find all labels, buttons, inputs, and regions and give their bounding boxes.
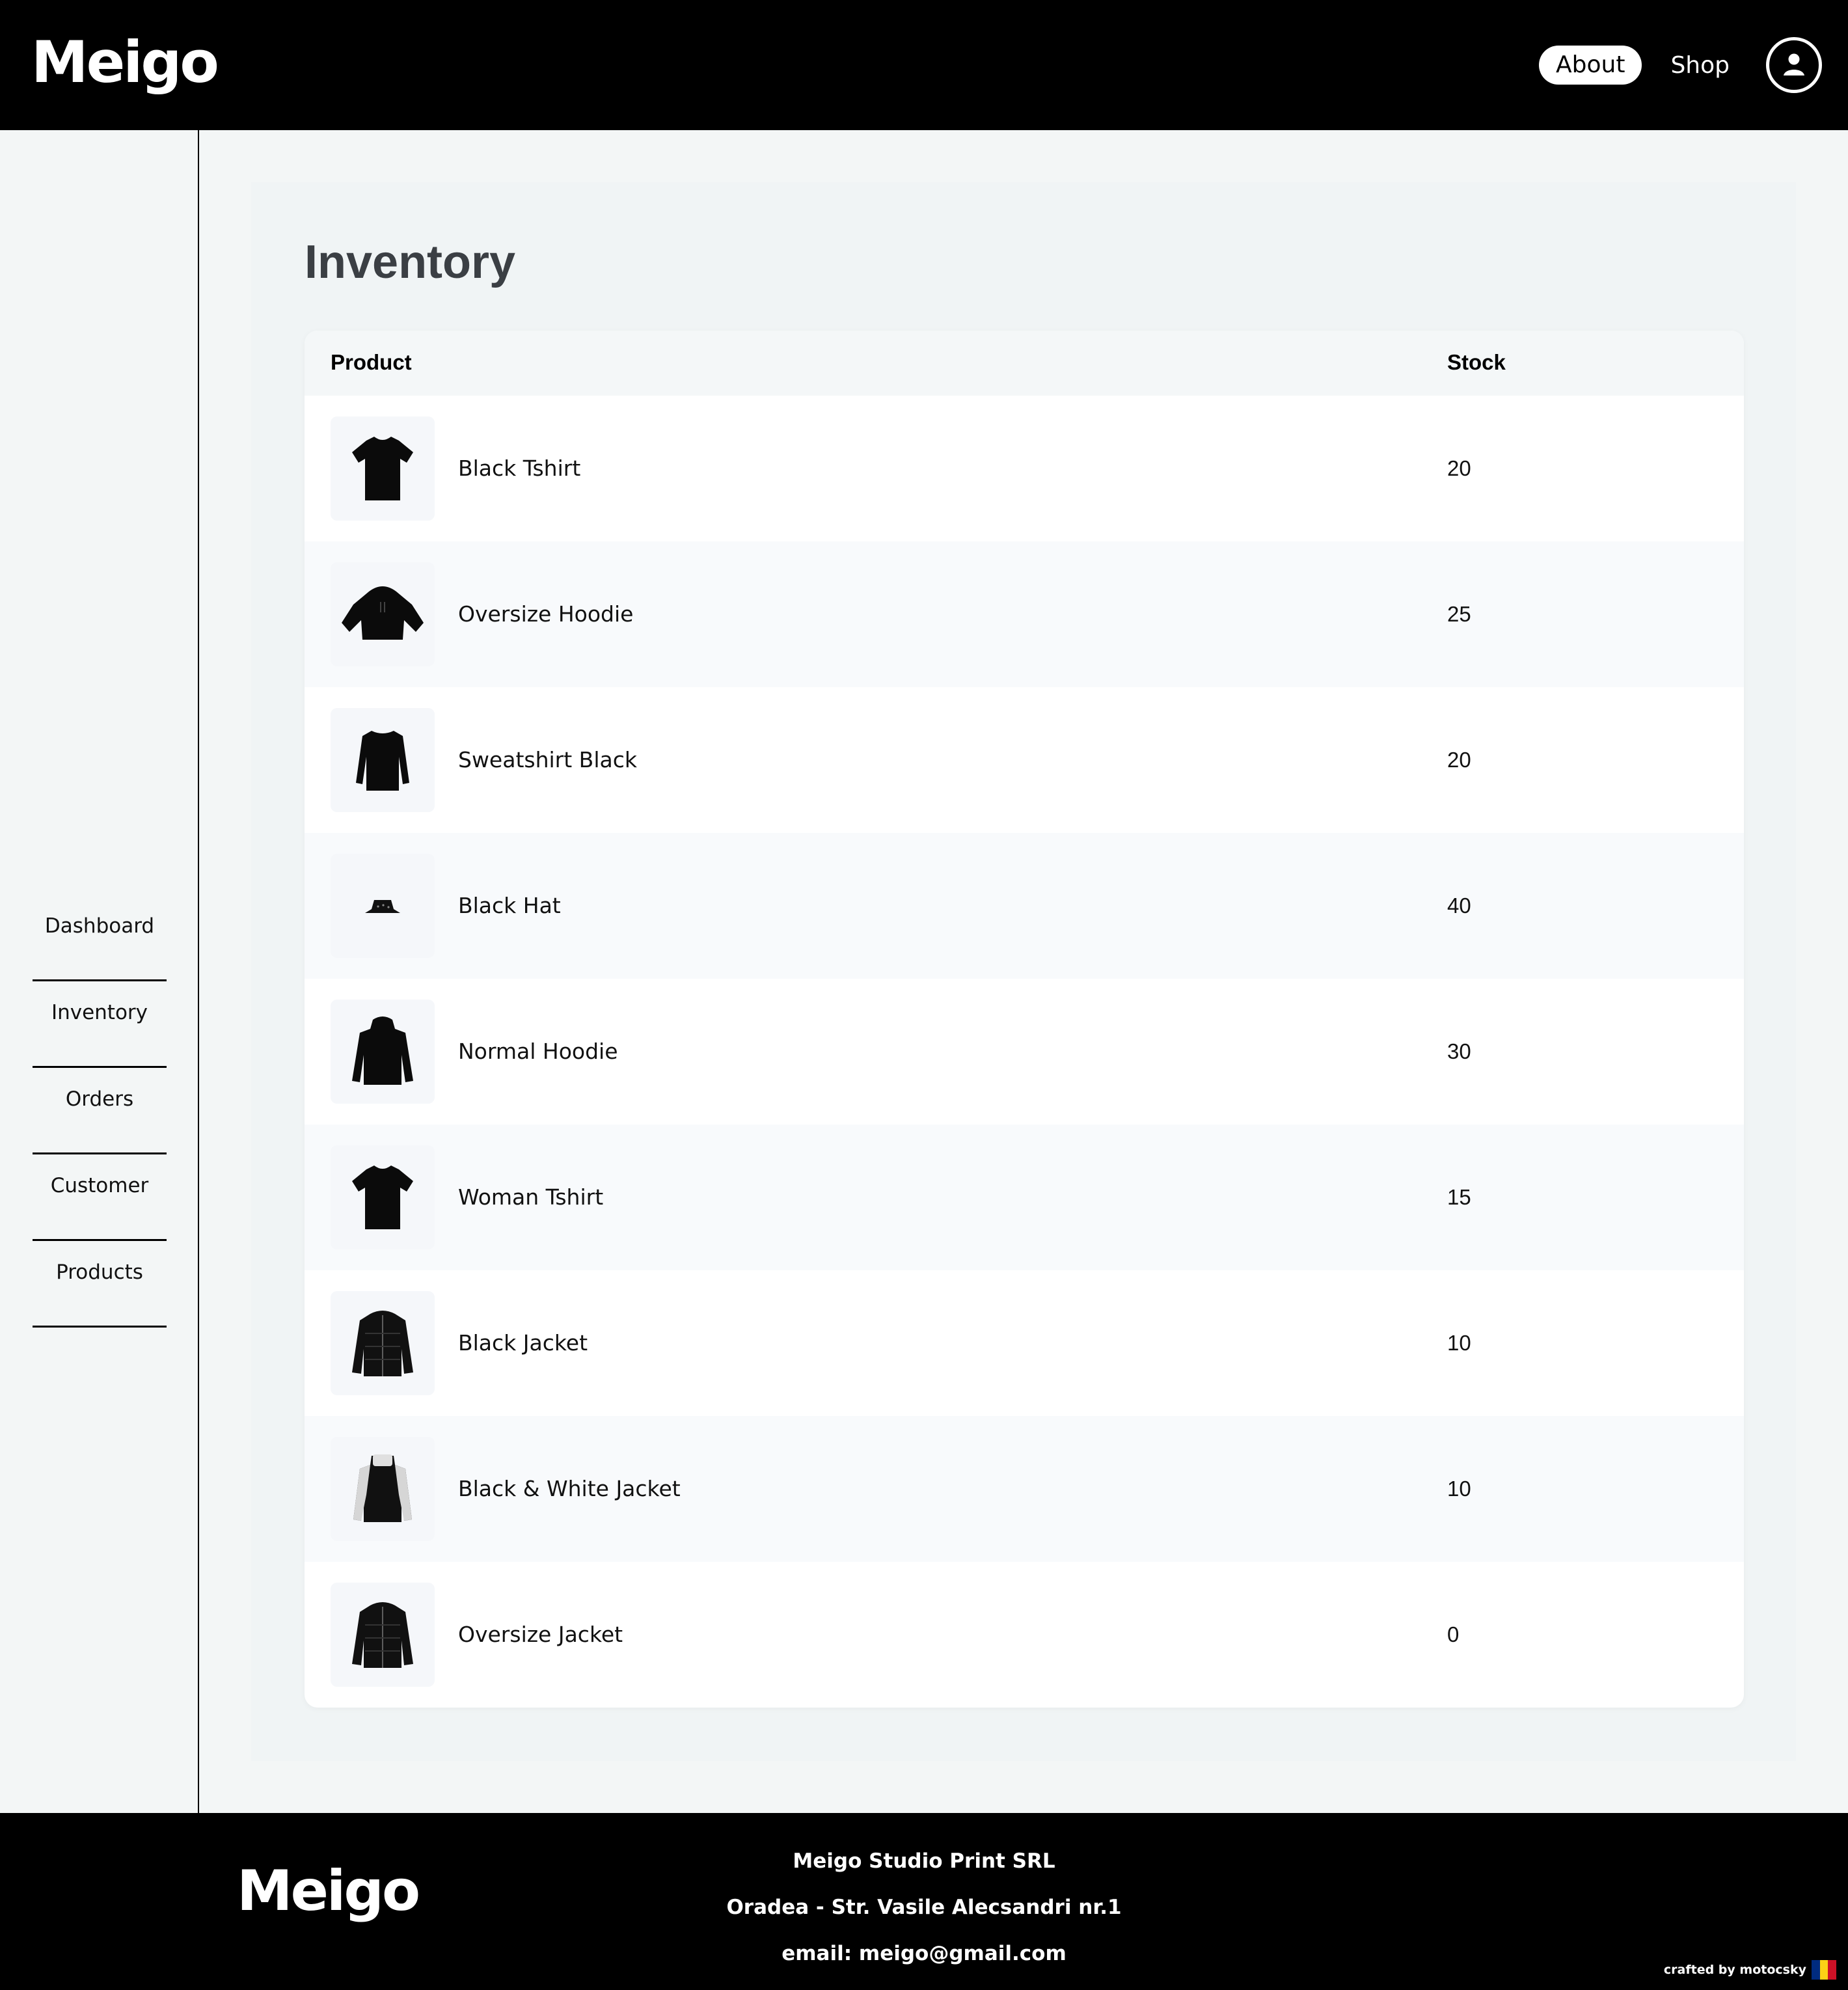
site-footer: Meigo Meigo Studio Print SRL Oradea - St… — [0, 1813, 1848, 1990]
table-row[interactable]: Black & White Jacket 10 — [305, 1416, 1744, 1562]
sidebar-item-dashboard[interactable]: Dashboard — [33, 895, 167, 981]
admin-sidebar: Dashboard Inventory Orders Customer Prod… — [0, 130, 199, 1813]
tshirt-image — [352, 437, 413, 500]
top-nav: About Shop — [1539, 33, 1822, 98]
tshirt-image — [352, 1165, 413, 1229]
product-stock: 20 — [1447, 456, 1471, 480]
puffer-jacket-image — [352, 1602, 413, 1668]
table-header: Product Stock — [305, 331, 1744, 396]
user-account-button[interactable] — [1766, 37, 1822, 93]
sidebar-item-customer[interactable]: Customer — [33, 1154, 167, 1241]
product-thumbnail — [331, 708, 435, 812]
product-thumbnail — [331, 1291, 435, 1395]
user-icon — [1784, 53, 1804, 75]
crafted-by[interactable]: crafted by motocsky — [1663, 1960, 1837, 1980]
meigo-logo[interactable]: Meigo — [31, 30, 219, 95]
product-thumbnail — [331, 1437, 435, 1541]
table-row[interactable]: Oversize Hoodie 25 — [305, 541, 1744, 687]
sidebar-item-orders[interactable]: Orders — [33, 1068, 167, 1154]
product-name: Sweatshirt Black — [458, 747, 637, 772]
product-name: Woman Tshirt — [458, 1184, 604, 1210]
product-thumbnail — [331, 562, 435, 666]
product-name: Black Jacket — [458, 1330, 588, 1356]
column-header-product: Product — [331, 350, 412, 374]
footer-email: email: meigo@gmail.com — [781, 1942, 1067, 1965]
footer-company: Meigo Studio Print SRL — [793, 1849, 1055, 1873]
sidebar-item-inventory[interactable]: Inventory — [33, 981, 167, 1068]
table-row[interactable]: Sweatshirt Black 20 — [305, 687, 1744, 833]
nav-shop-link[interactable]: Shop — [1670, 52, 1730, 79]
product-thumbnail — [331, 854, 435, 958]
table-row[interactable]: Woman Tshirt 15 — [305, 1124, 1744, 1270]
table-row[interactable]: Black Jacket 10 — [305, 1270, 1744, 1416]
table-body: Black Tshirt 20 Oversize Hoodie 25 Sweatshir… — [305, 396, 1744, 1708]
table-row[interactable]: Oversize Jacket 0 — [305, 1562, 1744, 1708]
product-thumbnail — [331, 416, 435, 521]
product-stock: 20 — [1447, 748, 1471, 772]
sidebar-menu: Dashboard Inventory Orders Customer Prod… — [33, 895, 167, 1328]
inventory-table: Product Stock Black Tshirt 20 Oversize Hoo… — [305, 331, 1744, 1708]
product-name: Black & White Jacket — [458, 1476, 681, 1501]
oversize-hoodie-image — [342, 586, 424, 640]
footer-address: Oradea - Str. Vasile Alecsandri nr.1 — [726, 1896, 1122, 1919]
product-name: Black Hat — [458, 893, 561, 918]
table-row[interactable]: Normal Hoodie 30 — [305, 979, 1744, 1124]
product-name: Normal Hoodie — [458, 1039, 618, 1064]
romania-flag-icon — [1812, 1960, 1837, 1980]
hoodie-image — [352, 1016, 413, 1085]
product-name: Oversize Hoodie — [458, 601, 634, 627]
sweatshirt-image — [356, 731, 409, 791]
table-row[interactable]: Black Tshirt 20 — [305, 396, 1744, 541]
sidebar-item-products[interactable]: Products — [33, 1241, 167, 1328]
bucket-hat-image — [365, 900, 400, 913]
bw-jacket-image — [353, 1454, 412, 1522]
product-thumbnail — [331, 1145, 435, 1249]
crafted-by-text: crafted by motocsky — [1663, 1963, 1806, 1977]
product-stock: 0 — [1447, 1622, 1460, 1646]
product-stock: 15 — [1447, 1185, 1471, 1209]
puffer-jacket-image — [352, 1311, 413, 1376]
product-stock: 10 — [1447, 1477, 1471, 1501]
product-thumbnail — [331, 1000, 435, 1104]
product-stock: 40 — [1447, 893, 1471, 918]
product-name: Oversize Jacket — [458, 1622, 623, 1647]
product-stock: 10 — [1447, 1331, 1471, 1355]
nav-about-link[interactable]: About — [1539, 46, 1642, 85]
product-thumbnail — [331, 1583, 435, 1687]
product-name: Black Tshirt — [458, 456, 581, 481]
footer-info: Meigo Studio Print SRL Oradea - Str. Vas… — [0, 1847, 1848, 1985]
top-header: Meigo About Shop — [0, 0, 1848, 130]
product-stock: 30 — [1447, 1039, 1471, 1063]
page-title: Inventory — [305, 236, 516, 288]
table-row[interactable]: Black Hat 40 — [305, 833, 1744, 979]
column-header-stock: Stock — [1447, 350, 1506, 374]
product-stock: 25 — [1447, 602, 1471, 626]
